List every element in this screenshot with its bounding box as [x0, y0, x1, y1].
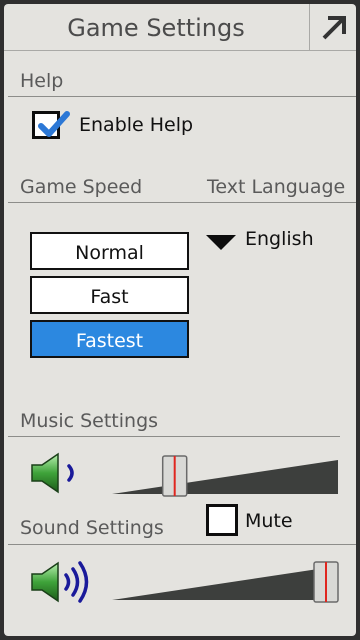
- sound-section-label: Sound Settings: [20, 517, 164, 539]
- speaker-low-icon: [31, 452, 74, 494]
- text-language-section-label: Text Language: [207, 176, 346, 198]
- speed-divider: [8, 202, 356, 203]
- enable-help-label: Enable Help: [79, 114, 194, 136]
- game-speed-section-label: Game Speed: [20, 176, 143, 198]
- title-bar: Game Settings: [4, 4, 356, 51]
- checkmark-icon: [38, 111, 70, 137]
- dropdown-triangle-icon: [206, 235, 236, 250]
- speed-option-fast[interactable]: Fast: [30, 276, 189, 314]
- music-slider-thumb[interactable]: [161, 455, 188, 497]
- mute-checkbox[interactable]: [206, 504, 238, 536]
- speaker-high-icon: [31, 561, 89, 603]
- speed-option-fastest[interactable]: Fastest: [30, 320, 189, 358]
- language-value: English: [245, 228, 314, 250]
- help-divider: [8, 96, 356, 97]
- help-section-label: Help: [20, 70, 64, 92]
- music-section-label: Music Settings: [20, 410, 159, 432]
- speed-option-normal[interactable]: Normal: [30, 232, 189, 270]
- sound-slider-thumb[interactable]: [313, 561, 339, 603]
- page-title: Game Settings: [67, 14, 245, 42]
- sound-divider: [8, 544, 356, 545]
- settings-panel: Game Settings Help Enable Help Game Spee…: [4, 4, 356, 636]
- mute-label: Mute: [245, 510, 293, 532]
- music-volume-slider[interactable]: [110, 452, 340, 500]
- enable-help-checkbox[interactable]: [32, 111, 70, 139]
- music-divider: [8, 436, 340, 437]
- expand-button[interactable]: [309, 4, 356, 50]
- sound-volume-slider[interactable]: [110, 558, 340, 606]
- arrow-up-right-icon: [322, 16, 346, 40]
